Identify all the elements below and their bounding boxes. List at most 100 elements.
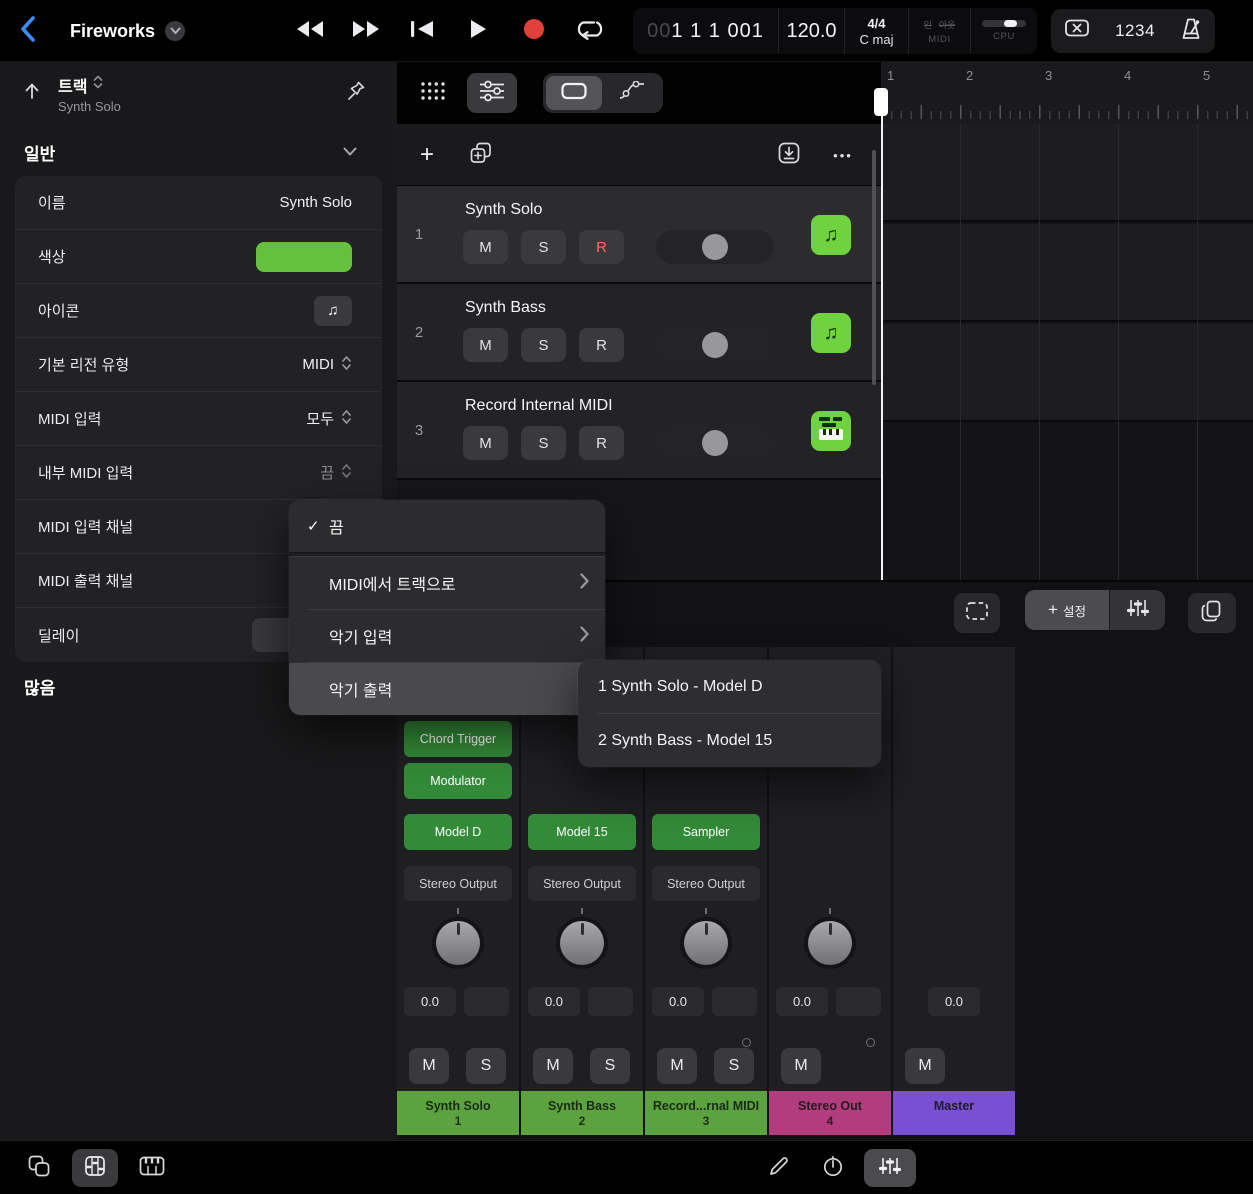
record-arm-button[interactable]: R — [579, 230, 624, 264]
volume-readout[interactable]: 0.0 — [528, 987, 580, 1016]
copy-button[interactable] — [1188, 593, 1236, 633]
inspector-back-button[interactable] — [22, 81, 42, 106]
strip-mute-button[interactable]: M — [533, 1048, 573, 1084]
automation-mode-button[interactable] — [604, 76, 660, 110]
track-row[interactable]: 3 Record Internal MIDI M S R — [397, 382, 881, 480]
track-row[interactable]: 2 Synth Bass M S R ♫ — [397, 284, 881, 382]
instrument-slot[interactable]: Model 15 — [528, 814, 636, 850]
menu-item-off[interactable]: ✓ 끔 — [289, 500, 605, 552]
mute-button[interactable]: M — [463, 328, 508, 362]
menu-item-instrument-output[interactable]: 악기 출력 — [289, 663, 605, 715]
count-in-button[interactable]: 1234 — [1115, 21, 1155, 41]
pin-button[interactable] — [341, 78, 371, 108]
strip-mute-button[interactable]: M — [409, 1048, 449, 1084]
channel-strip[interactable]: 0.0 M Master — [893, 647, 1015, 1135]
playhead-handle[interactable] — [874, 88, 888, 116]
duplicate-track-button[interactable] — [465, 139, 497, 171]
section-general-header[interactable]: 일반 — [24, 136, 357, 168]
track-header-config-button[interactable] — [467, 73, 517, 113]
instrument-slot[interactable]: Model D — [404, 814, 512, 850]
pencil-button[interactable] — [758, 1149, 800, 1187]
solo-button[interactable]: S — [521, 426, 566, 460]
strip-nameplate[interactable]: Synth Bass 2 — [521, 1091, 643, 1135]
slider-knob[interactable] — [702, 234, 728, 260]
mute-button[interactable]: M — [463, 230, 508, 264]
volume-readout[interactable]: 0.0 — [928, 987, 980, 1016]
strip-nameplate[interactable]: Master — [893, 1091, 1015, 1135]
timeline-area[interactable]: 1 2 3 4 5 — [881, 62, 1253, 580]
bar-ruler[interactable]: 1 2 3 4 5 — [881, 62, 1253, 124]
record-arm-button[interactable]: R — [579, 426, 624, 460]
cycle-button[interactable] — [568, 10, 612, 52]
track-lane[interactable] — [881, 324, 1253, 422]
play-surface-button[interactable] — [130, 1149, 174, 1187]
menu-item-instrument-input[interactable]: 악기 입력 — [289, 610, 605, 662]
inspector-row-color[interactable]: 색상 — [15, 230, 382, 284]
section-more-label[interactable]: 많음 — [24, 674, 55, 699]
strip-mute-button[interactable]: M — [781, 1048, 821, 1084]
inspector-row-internal-midi-input[interactable]: 내부 MIDI 입력 끔 — [15, 446, 382, 500]
faders-button[interactable] — [864, 1149, 916, 1187]
project-title[interactable]: Fireworks — [70, 0, 185, 62]
solo-button[interactable]: S — [521, 328, 566, 362]
strip-nameplate[interactable]: Stereo Out 4 — [769, 1091, 891, 1135]
pan-knob[interactable] — [432, 917, 484, 969]
gain-box[interactable] — [588, 987, 633, 1016]
view-options-button[interactable] — [413, 73, 453, 113]
midi-fx-slot[interactable]: Chord Trigger — [404, 721, 512, 757]
output-slot[interactable]: Stereo Output — [404, 866, 512, 901]
track-volume-slider[interactable] — [656, 328, 774, 362]
mute-button[interactable]: M — [463, 426, 508, 460]
track-icon[interactable]: ♫ — [811, 215, 851, 255]
instrument-slot[interactable]: Sampler — [652, 814, 760, 850]
import-button[interactable] — [773, 139, 805, 171]
go-to-beginning-button[interactable] — [400, 10, 444, 52]
track-row[interactable]: 1 Synth Solo M S R ♫ — [397, 186, 881, 284]
channel-strip[interactable]: Chord Trigger Modulator Model D Stereo O… — [397, 647, 519, 1135]
volume-readout[interactable]: 0.0 — [404, 987, 456, 1016]
track-volume-slider[interactable] — [656, 426, 774, 460]
add-track-button[interactable]: + — [411, 139, 443, 171]
strip-solo-button[interactable]: S — [590, 1048, 630, 1084]
project-menu-badge[interactable] — [165, 21, 185, 41]
inspector-row-midi-input[interactable]: MIDI 입력 모두 — [15, 392, 382, 446]
slider-knob[interactable] — [702, 430, 728, 456]
tuner-button[interactable] — [812, 1149, 854, 1187]
gain-box[interactable] — [836, 987, 881, 1016]
track-list-scrollbar[interactable] — [872, 150, 876, 385]
mixer-settings-button[interactable]: + 설정 — [1025, 590, 1110, 630]
record-arm-button[interactable]: R — [579, 328, 624, 362]
play-button[interactable] — [456, 10, 500, 52]
menu-item-midi-to-track[interactable]: MIDI에서 트랙으로 — [289, 557, 605, 609]
output-slot[interactable]: Stereo Output — [652, 866, 760, 901]
region-mode-button[interactable] — [546, 76, 602, 110]
pan-knob[interactable] — [804, 917, 856, 969]
submenu-item[interactable]: 2 Synth Bass - Model 15 — [578, 714, 881, 767]
color-swatch[interactable] — [256, 242, 352, 272]
pan-knob[interactable] — [680, 917, 732, 969]
fast-forward-button[interactable] — [344, 10, 388, 52]
submenu-item[interactable]: 1 Synth Solo - Model D — [578, 660, 881, 713]
keyboard-dismiss-button[interactable] — [1064, 18, 1090, 45]
track-icon[interactable]: ♫ — [811, 313, 851, 353]
record-button[interactable] — [512, 10, 556, 52]
mixer-view-button[interactable] — [72, 1149, 118, 1187]
inspector-row-name[interactable]: 이름 Synth Solo — [15, 176, 382, 230]
solo-button[interactable]: S — [521, 230, 566, 264]
slider-knob[interactable] — [702, 332, 728, 358]
strip-solo-button[interactable]: S — [466, 1048, 506, 1084]
strip-mute-button[interactable]: M — [905, 1048, 945, 1084]
mixer-config-button[interactable] — [1110, 590, 1165, 630]
volume-readout[interactable]: 0.0 — [776, 987, 828, 1016]
inspector-row-icon[interactable]: 아이콘 ♫ — [15, 284, 382, 338]
inspector-title-menu[interactable]: 트랙 — [58, 73, 121, 97]
pan-knob[interactable] — [556, 917, 608, 969]
gain-box[interactable] — [712, 987, 757, 1016]
track-icon-button[interactable]: ♫ — [314, 296, 352, 326]
strip-solo-button[interactable]: S — [714, 1048, 754, 1084]
strip-nameplate[interactable]: Synth Solo 1 — [397, 1091, 519, 1135]
inspector-row-region-type[interactable]: 기본 리전 유형 MIDI — [15, 338, 382, 392]
midi-fx-slot[interactable]: Modulator — [404, 763, 512, 799]
browser-button[interactable] — [18, 1149, 60, 1187]
metronome-button[interactable] — [1180, 17, 1202, 46]
